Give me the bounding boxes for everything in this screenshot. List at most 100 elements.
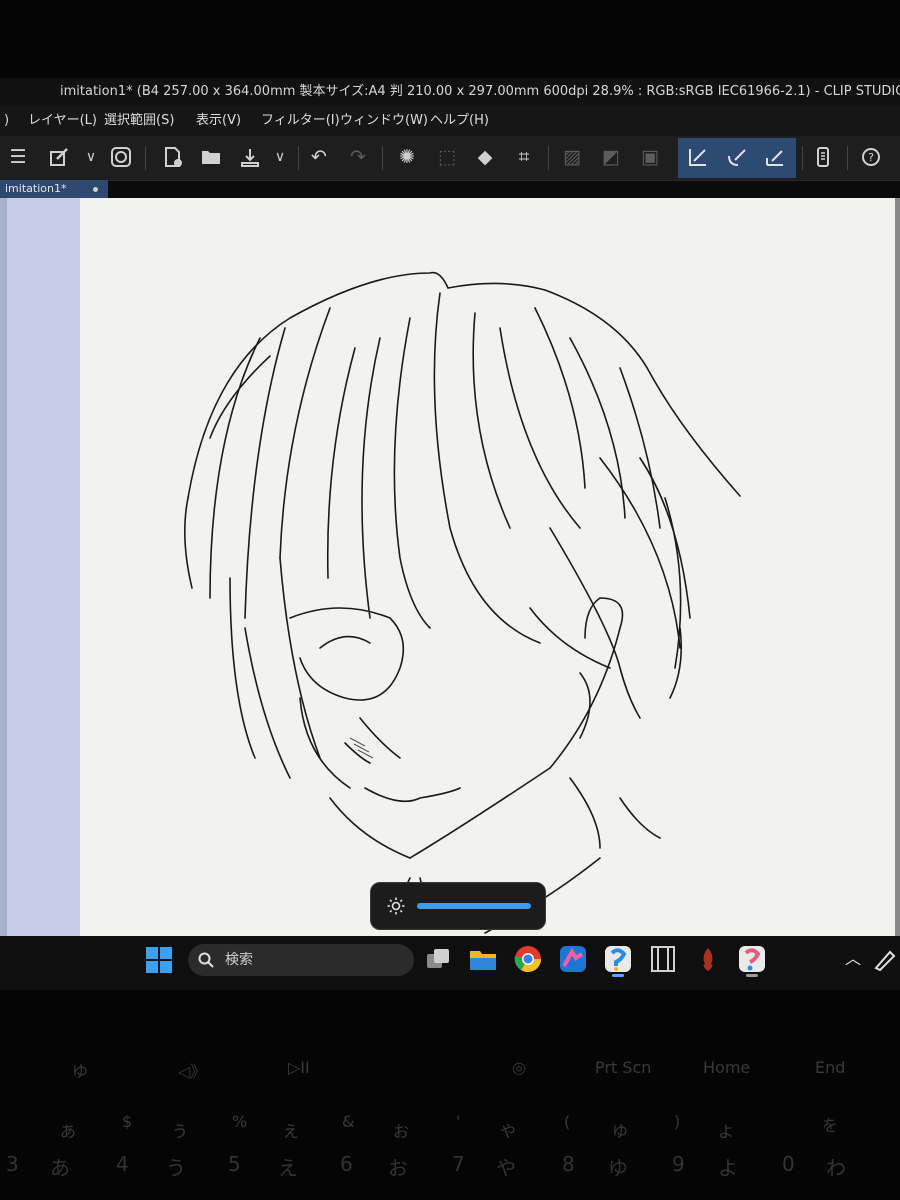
key-lower: よ <box>718 1156 738 1180</box>
toolbar-separator <box>802 146 803 170</box>
menu-filter[interactable]: フィルター(I) <box>261 106 340 136</box>
fill-icon[interactable]: ◆ <box>470 142 500 172</box>
search-icon <box>198 952 214 968</box>
campfire-icon[interactable] <box>693 944 723 974</box>
open-folder-icon[interactable] <box>196 142 226 172</box>
tab-label: imitation1* <box>5 182 67 195</box>
key-upper: や <box>500 1122 517 1141</box>
unsaved-dot-icon <box>93 187 98 192</box>
smartphone-icon[interactable] <box>808 142 838 172</box>
key-lower: 6 <box>340 1152 353 1176</box>
window-title: imitation1* (B4 257.00 x 364.00mm 製本サイズ:… <box>0 78 900 106</box>
line-art-drawing <box>184 271 741 934</box>
brightness-slider[interactable] <box>417 903 531 909</box>
left-panel-edge <box>0 198 7 936</box>
toolbar-separator <box>548 146 549 170</box>
toolbar-separator <box>382 146 383 170</box>
snap-ruler-icon[interactable] <box>683 142 713 172</box>
key-upper: ( <box>564 1112 571 1131</box>
chevron-down-icon[interactable]: ∨ <box>265 142 295 172</box>
key-lower: ゆ <box>608 1156 628 1180</box>
key-home: Home <box>703 1058 751 1077</box>
file-explorer-icon[interactable] <box>468 944 498 974</box>
key-fn-3: ▷II <box>288 1058 310 1077</box>
key-lower: え <box>278 1156 298 1180</box>
clip-studio-icon[interactable] <box>737 944 767 974</box>
taskbar-search[interactable]: 検索 <box>188 944 414 976</box>
left-panel <box>0 198 80 936</box>
key-lower: お <box>388 1156 408 1180</box>
redo-icon[interactable]: ↷ <box>343 142 373 172</box>
key-end: End <box>815 1058 846 1077</box>
key-fn-2: ◁》 <box>178 1062 207 1081</box>
key-lower: 4 <box>116 1152 129 1176</box>
task-view-icon[interactable] <box>424 944 454 974</box>
key-upper: ' <box>456 1112 461 1131</box>
tab-document[interactable]: imitation1* <box>0 180 108 198</box>
running-indicator <box>746 974 758 977</box>
key-fn-1: ゆ <box>72 1062 89 1081</box>
key-upper: $ <box>122 1112 133 1131</box>
key-fn-4: ◎ <box>512 1058 526 1077</box>
snap-special-ruler-icon[interactable] <box>722 142 752 172</box>
chevron-down-icon[interactable]: ∨ <box>76 142 106 172</box>
key-lower: 9 <box>672 1152 685 1176</box>
key-upper: お <box>393 1122 410 1141</box>
key-lower: 5 <box>228 1152 241 1176</box>
drawing-canvas[interactable] <box>80 198 895 936</box>
key-prtscn: Prt Scn <box>595 1058 652 1077</box>
menu-help[interactable]: ヘルプ(H) <box>430 106 489 136</box>
sun-icon <box>387 897 405 915</box>
pen-icon[interactable] <box>870 944 900 974</box>
menu-bar: ) レイヤー(L) 選択範囲(S) 表示(V) フィルター(I) ウィンドウ(W… <box>0 106 900 136</box>
monitor-screen: imitation1* (B4 257.00 x 364.00mm 製本サイズ:… <box>0 78 900 990</box>
key-upper: ) <box>674 1112 681 1131</box>
toolbar-separator <box>847 146 848 170</box>
key-lower: 7 <box>452 1152 465 1176</box>
toolbar-separator <box>145 146 146 170</box>
key-upper: ゆ <box>612 1122 629 1141</box>
key-upper: を <box>822 1116 839 1135</box>
new-file-icon[interactable] <box>158 142 188 172</box>
key-upper: よ <box>718 1122 735 1141</box>
select-all-icon[interactable]: ▣ <box>635 142 665 172</box>
menu-layer[interactable]: レイヤー(L) <box>28 106 97 136</box>
snap-grid-icon[interactable] <box>760 142 790 172</box>
search-label: 検索 <box>225 952 253 968</box>
menu-window[interactable]: ウィンドウ(W) <box>340 106 428 136</box>
menu-selection[interactable]: 選択範囲(S) <box>104 106 174 136</box>
key-lower: 3 <box>6 1152 19 1176</box>
menu-edge-fragment: ) <box>4 113 10 128</box>
loading-icon[interactable]: ✺ <box>392 142 422 172</box>
hide-selection-icon[interactable]: ▨ <box>557 142 587 172</box>
key-upper: え <box>283 1122 300 1141</box>
key-upper: % <box>232 1112 248 1131</box>
menu-view[interactable]: 表示(V) <box>196 106 241 136</box>
right-edge <box>895 198 900 936</box>
keyboard: ゆ ◁》 ▷II ◎ Prt Scn Home End あ $ う % え & … <box>0 1000 900 1200</box>
edit-layer-icon[interactable] <box>44 142 74 172</box>
fill-transparent-icon[interactable]: ◩ <box>596 142 626 172</box>
key-lower: 0 <box>782 1152 795 1176</box>
key-lower: う <box>166 1156 186 1180</box>
menu-icon[interactable]: ☰ <box>3 142 33 172</box>
svg-text:?: ? <box>868 151 874 164</box>
key-lower: わ <box>826 1156 846 1180</box>
taskbar: 検索 ︿ <box>0 936 900 990</box>
toolbar-separator <box>298 146 299 170</box>
chevron-up-icon[interactable]: ︿ <box>838 944 868 974</box>
transform-icon[interactable]: ⌗ <box>509 142 539 172</box>
brightness-flyout <box>370 882 546 930</box>
film-icon[interactable] <box>648 944 678 974</box>
help-icon[interactable]: ? <box>856 142 886 172</box>
save-icon[interactable] <box>235 142 265 172</box>
paint-app-icon[interactable] <box>558 944 588 974</box>
chrome-icon[interactable] <box>513 944 543 974</box>
clip-studio-icon[interactable] <box>106 142 136 172</box>
windows-start-icon[interactable] <box>146 947 176 977</box>
clip-studio-paint-icon[interactable] <box>603 944 633 974</box>
key-lower: あ <box>50 1156 70 1180</box>
undo-icon[interactable]: ↶ <box>304 142 334 172</box>
clear-selection-icon[interactable]: ⬚ <box>432 142 462 172</box>
key-upper: う <box>172 1122 189 1141</box>
